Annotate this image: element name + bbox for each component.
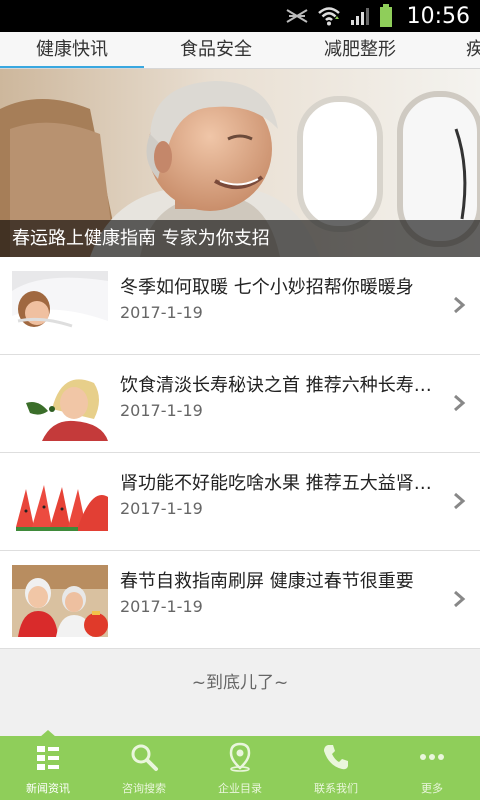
chevron-right-icon bbox=[454, 492, 466, 510]
chevron-right-icon bbox=[454, 394, 466, 412]
more-dots-icon bbox=[420, 754, 444, 760]
nav-label: 企业目录 bbox=[218, 782, 262, 795]
tab-weight-loss[interactable]: 减肥整形 bbox=[288, 32, 432, 68]
hero-banner[interactable]: 春运路上健康指南 专家为你支招 bbox=[0, 69, 480, 257]
nav-contact[interactable]: 联系我们 bbox=[288, 736, 384, 800]
nav-directory[interactable]: 企业目录 bbox=[192, 736, 288, 800]
news-item[interactable]: 冬季如何取暖 七个小妙招帮你暖暖身 2017-1-19 bbox=[0, 257, 480, 355]
cell-signal-icon bbox=[350, 8, 369, 25]
news-thumbnail bbox=[12, 271, 108, 343]
news-list: 冬季如何取暖 七个小妙招帮你暖暖身 2017-1-19 饮食清淡长寿秘诀之首 推… bbox=[0, 257, 480, 649]
nav-label: 更多 bbox=[421, 782, 443, 795]
signal-blocked-icon bbox=[286, 9, 308, 23]
news-list-icon bbox=[37, 746, 59, 770]
nav-search[interactable]: 咨询搜索 bbox=[96, 736, 192, 800]
nav-label: 咨询搜索 bbox=[122, 782, 166, 795]
news-thumbnail bbox=[12, 565, 108, 637]
search-icon bbox=[131, 744, 158, 771]
news-title: 饮食清淡长寿秘诀之首 推荐六种长寿食物 bbox=[120, 375, 446, 396]
news-date: 2017-1-19 bbox=[120, 303, 203, 322]
news-date: 2017-1-19 bbox=[120, 597, 203, 616]
nav-label: 联系我们 bbox=[314, 782, 358, 795]
news-title: 肾功能不好能吃啥水果 推荐五大益肾水果 bbox=[120, 473, 446, 494]
news-date: 2017-1-19 bbox=[120, 499, 203, 518]
news-item[interactable]: 饮食清淡长寿秘诀之首 推荐六种长寿食物 2017-1-19 bbox=[0, 355, 480, 453]
news-title: 春节自救指南刷屏 健康过春节很重要 bbox=[120, 571, 414, 592]
bottom-nav: 新闻资讯 咨询搜索 企业目录 联系我们 更多 bbox=[0, 736, 480, 800]
chevron-right-icon bbox=[454, 296, 466, 314]
news-title: 冬季如何取暖 七个小妙招帮你暖暖身 bbox=[120, 277, 414, 298]
news-item[interactable]: 肾功能不好能吃啥水果 推荐五大益肾水果 2017-1-19 bbox=[0, 453, 480, 551]
location-pin-icon bbox=[229, 742, 251, 772]
category-tabs: 健康快讯 食品安全 减肥整形 疾 bbox=[0, 32, 480, 69]
news-item[interactable]: 春节自救指南刷屏 健康过春节很重要 2017-1-19 bbox=[0, 551, 480, 649]
clock: 10:56 bbox=[406, 3, 470, 29]
tab-disease[interactable]: 疾 bbox=[432, 32, 480, 68]
battery-icon bbox=[379, 4, 392, 27]
news-date: 2017-1-19 bbox=[120, 401, 203, 420]
nav-label: 新闻资讯 bbox=[26, 782, 70, 795]
end-of-list-text: ~到底儿了~ bbox=[191, 673, 289, 693]
tab-food-safety[interactable]: 食品安全 bbox=[144, 32, 288, 68]
nav-more[interactable]: 更多 bbox=[384, 736, 480, 800]
chevron-right-icon bbox=[454, 590, 466, 608]
nav-news[interactable]: 新闻资讯 bbox=[0, 736, 96, 800]
phone-icon bbox=[324, 745, 348, 770]
status-bar: 10:56 bbox=[0, 0, 480, 32]
wifi-icon bbox=[317, 7, 340, 26]
news-thumbnail bbox=[12, 369, 108, 441]
hero-caption: 春运路上健康指南 专家为你支招 bbox=[0, 220, 480, 257]
tab-health-news[interactable]: 健康快讯 bbox=[0, 32, 144, 68]
news-thumbnail bbox=[12, 467, 108, 539]
